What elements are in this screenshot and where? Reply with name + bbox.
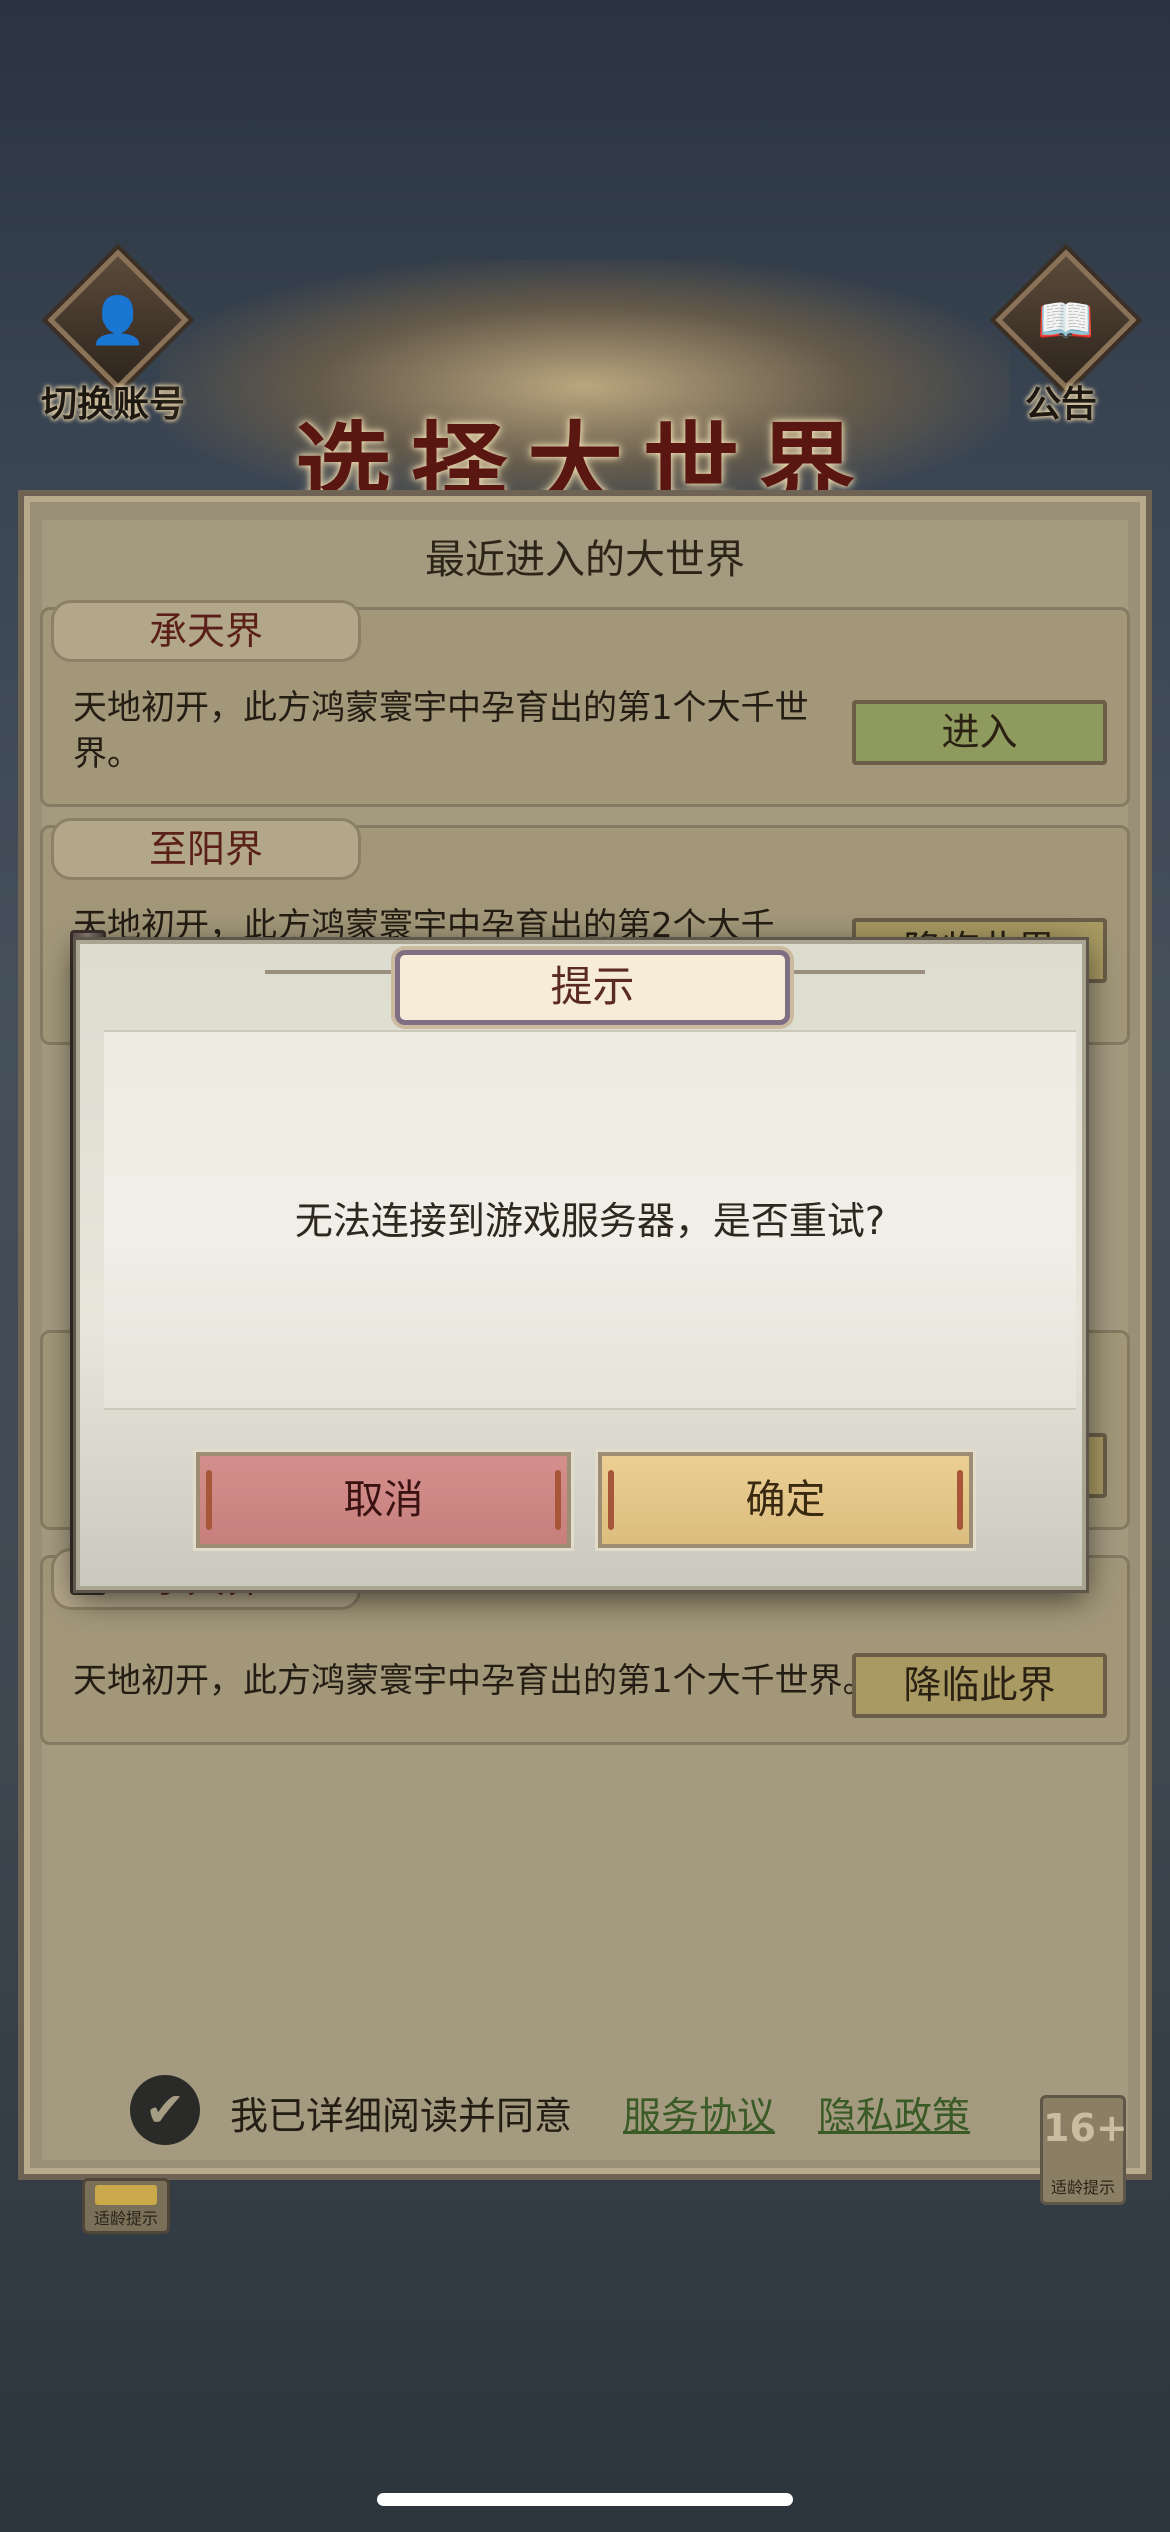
recent-worlds-header: 最近进入的大世界 [425,537,745,583]
age-rating-caption: 适龄提示 [1050,2178,1115,2197]
privacy-policy-link[interactable]: 隐私政策 [818,2085,970,2140]
home-indicator[interactable] [377,2493,793,2506]
button-pin-left [608,1470,614,1530]
dialog-title: 提示 [395,950,790,1025]
world-description: 天地初开，此方鸿蒙寰宇中孕育出的第1个大千世界。 [73,688,809,774]
button-pin-right [555,1470,561,1530]
button-pin-left [206,1470,212,1530]
confirm-button[interactable]: 确定 [595,1449,976,1551]
world-description: 天地初开，此方鸿蒙寰宇中孕育出的第1个大千世界。 [73,1661,877,1701]
descend-world-button[interactable]: 降临此界 [852,1653,1107,1718]
agree-text: 我已详细阅读并同意 [230,2094,573,2138]
confirm-button-label: 确定 [745,1477,826,1523]
world-name: 至阳界 [51,818,361,880]
cancel-button[interactable]: 取消 [193,1449,574,1551]
service-agreement-link[interactable]: 服务协议 [623,2085,775,2140]
age-badge-stripe [95,2185,157,2205]
age-rating-badge-small: 适龄提示 [82,2178,170,2234]
agreement-row: ✔ 我已详细阅读并同意 服务协议 隐私政策 [130,2075,1030,2155]
world-name: 承天界 [51,600,361,662]
dialog-message: 无法连接到游戏服务器，是否重试? [294,1199,886,1243]
agree-checkbox[interactable]: ✔ [130,2075,200,2145]
age-rating-badge[interactable]: 16+ 适龄提示 [1040,2095,1128,2205]
enter-world-button[interactable]: 进入 [852,700,1107,765]
button-pin-right [957,1470,963,1530]
user-icon: 👤 [89,293,147,347]
age-rating-caption-small: 适龄提示 [93,2209,158,2228]
book-icon: 📖 [1037,293,1095,347]
world-card: 承天界 天地初开，此方鸿蒙寰宇中孕育出的第1个大千世界。 进入 [40,600,1130,807]
age-rating-label: 16+ [1043,2106,1128,2150]
cancel-button-label: 取消 [343,1477,424,1523]
